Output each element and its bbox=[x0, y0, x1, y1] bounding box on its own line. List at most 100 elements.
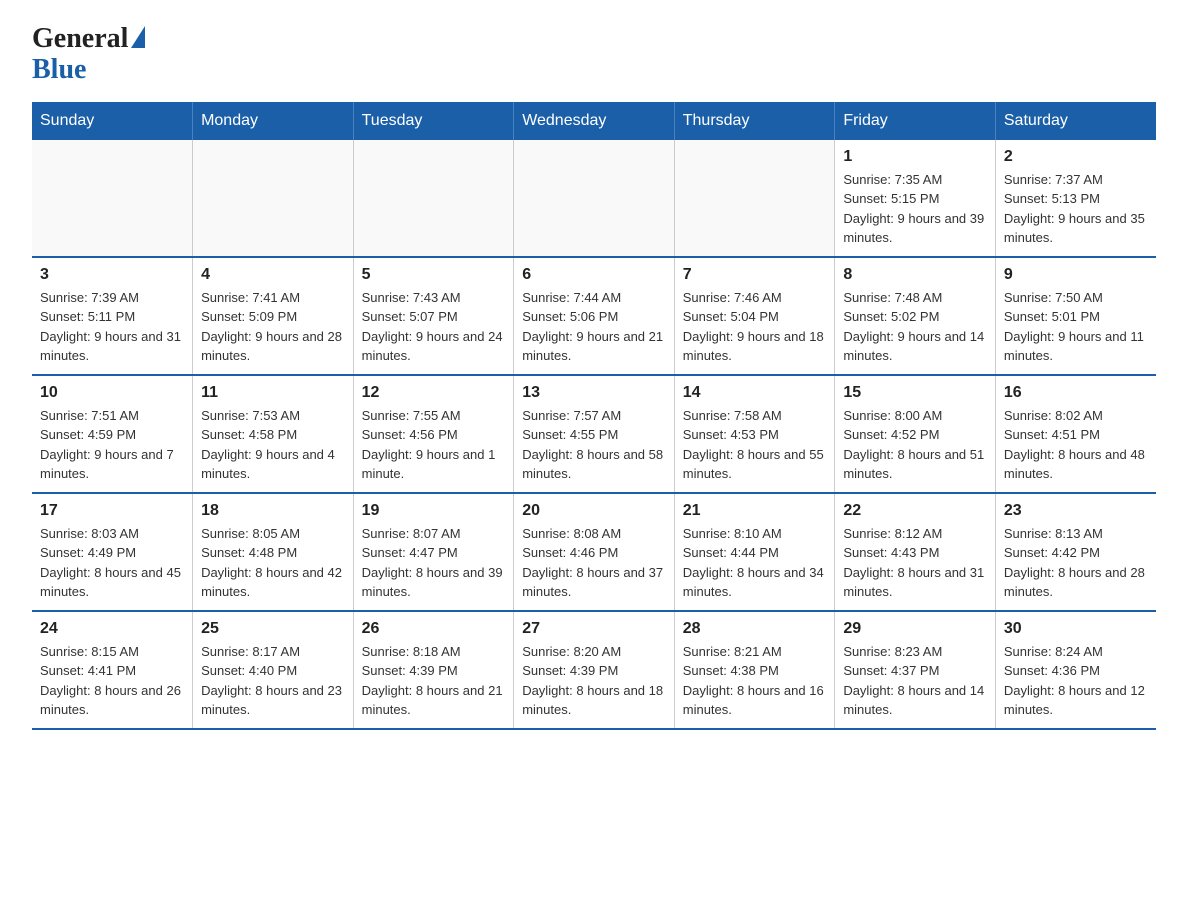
day-number: 5 bbox=[362, 266, 506, 284]
weekday-header-monday: Monday bbox=[193, 102, 354, 140]
day-number: 17 bbox=[40, 502, 184, 520]
calendar-cell: 6 Sunrise: 7:44 AM Sunset: 5:06 PM Daylig… bbox=[514, 257, 675, 375]
day-info: Sunrise: 8:07 AM Sunset: 4:47 PM Dayligh… bbox=[362, 524, 506, 602]
day-info: Sunrise: 8:12 AM Sunset: 4:43 PM Dayligh… bbox=[843, 524, 987, 602]
calendar-week-row: 24Sunrise: 8:15 AM Sunset: 4:41 PM Dayli… bbox=[32, 611, 1156, 729]
day-number: 1 bbox=[843, 148, 987, 166]
day-info: Sunrise: 7:44 AM Sunset: 5:06 PM Dayligh… bbox=[522, 288, 666, 366]
calendar-cell: 30 Sunrise: 8:24 AM Sunset: 4:36 PM Dayli… bbox=[995, 611, 1156, 729]
day-number: 8 bbox=[843, 266, 987, 284]
day-info: Sunrise: 7:58 AM Sunset: 4:53 PM Dayligh… bbox=[683, 406, 827, 484]
day-info: Sunrise: 7:46 AM Sunset: 5:04 PM Dayligh… bbox=[683, 288, 827, 366]
calendar-week-row: 10Sunrise: 7:51 AM Sunset: 4:59 PM Dayli… bbox=[32, 375, 1156, 493]
calendar-cell: 4 Sunrise: 7:41 AM Sunset: 5:09 PM Daylig… bbox=[193, 257, 354, 375]
calendar-cell bbox=[193, 140, 354, 257]
header: General Blue bbox=[32, 24, 1156, 86]
calendar-week-row: 17 Sunrise: 8:03 AM Sunset: 4:49 PM Dayli… bbox=[32, 493, 1156, 611]
calendar-cell: 22 Sunrise: 8:12 AM Sunset: 4:43 PM Dayli… bbox=[835, 493, 996, 611]
day-number: 11 bbox=[201, 384, 345, 402]
logo-triangle-icon bbox=[131, 26, 145, 48]
calendar-cell: 28 Sunrise: 8:21 AM Sunset: 4:38 PM Dayli… bbox=[674, 611, 835, 729]
calendar-cell: 9Sunrise: 7:50 AM Sunset: 5:01 PM Daylig… bbox=[995, 257, 1156, 375]
calendar-cell: 12 Sunrise: 7:55 AM Sunset: 4:56 PM Dayli… bbox=[353, 375, 514, 493]
day-number: 28 bbox=[683, 620, 827, 638]
calendar-cell: 3 Sunrise: 7:39 AM Sunset: 5:11 PM Daylig… bbox=[32, 257, 193, 375]
day-info: Sunrise: 8:03 AM Sunset: 4:49 PM Dayligh… bbox=[40, 524, 184, 602]
day-number: 26 bbox=[362, 620, 506, 638]
calendar-cell: 25Sunrise: 8:17 AM Sunset: 4:40 PM Dayli… bbox=[193, 611, 354, 729]
weekday-header-saturday: Saturday bbox=[995, 102, 1156, 140]
calendar-cell: 18 Sunrise: 8:05 AM Sunset: 4:48 PM Dayli… bbox=[193, 493, 354, 611]
day-number: 22 bbox=[843, 502, 987, 520]
calendar-cell: 24Sunrise: 8:15 AM Sunset: 4:41 PM Dayli… bbox=[32, 611, 193, 729]
calendar-week-row: 3 Sunrise: 7:39 AM Sunset: 5:11 PM Daylig… bbox=[32, 257, 1156, 375]
calendar-cell: 26 Sunrise: 8:18 AM Sunset: 4:39 PM Dayli… bbox=[353, 611, 514, 729]
day-info: Sunrise: 7:57 AM Sunset: 4:55 PM Dayligh… bbox=[522, 406, 666, 484]
day-number: 19 bbox=[362, 502, 506, 520]
day-info: Sunrise: 8:05 AM Sunset: 4:48 PM Dayligh… bbox=[201, 524, 345, 602]
weekday-header-tuesday: Tuesday bbox=[353, 102, 514, 140]
logo-general-text: General bbox=[32, 24, 128, 55]
day-info: Sunrise: 7:41 AM Sunset: 5:09 PM Dayligh… bbox=[201, 288, 345, 366]
day-info: Sunrise: 8:10 AM Sunset: 4:44 PM Dayligh… bbox=[683, 524, 827, 602]
day-number: 15 bbox=[843, 384, 987, 402]
calendar-cell: 29 Sunrise: 8:23 AM Sunset: 4:37 PM Dayli… bbox=[835, 611, 996, 729]
calendar-cell: 14 Sunrise: 7:58 AM Sunset: 4:53 PM Dayli… bbox=[674, 375, 835, 493]
day-info: Sunrise: 7:55 AM Sunset: 4:56 PM Dayligh… bbox=[362, 406, 506, 484]
day-info: Sunrise: 8:13 AM Sunset: 4:42 PM Dayligh… bbox=[1004, 524, 1148, 602]
day-number: 21 bbox=[683, 502, 827, 520]
calendar-cell: 7 Sunrise: 7:46 AM Sunset: 5:04 PM Daylig… bbox=[674, 257, 835, 375]
day-number: 29 bbox=[843, 620, 987, 638]
logo-blue-text: Blue bbox=[32, 54, 86, 85]
day-info: Sunrise: 8:18 AM Sunset: 4:39 PM Dayligh… bbox=[362, 642, 506, 720]
day-number: 18 bbox=[201, 502, 345, 520]
calendar-cell: 2Sunrise: 7:37 AM Sunset: 5:13 PM Daylig… bbox=[995, 140, 1156, 257]
day-info: Sunrise: 8:08 AM Sunset: 4:46 PM Dayligh… bbox=[522, 524, 666, 602]
calendar-cell: 10Sunrise: 7:51 AM Sunset: 4:59 PM Dayli… bbox=[32, 375, 193, 493]
calendar-cell: 13 Sunrise: 7:57 AM Sunset: 4:55 PM Dayli… bbox=[514, 375, 675, 493]
day-info: Sunrise: 8:02 AM Sunset: 4:51 PM Dayligh… bbox=[1004, 406, 1148, 484]
weekday-header-row: SundayMondayTuesdayWednesdayThursdayFrid… bbox=[32, 102, 1156, 140]
logo: General Blue bbox=[32, 24, 145, 86]
day-number: 6 bbox=[522, 266, 666, 284]
calendar-cell bbox=[353, 140, 514, 257]
day-number: 16 bbox=[1004, 384, 1148, 402]
calendar-cell: 11Sunrise: 7:53 AM Sunset: 4:58 PM Dayli… bbox=[193, 375, 354, 493]
calendar-cell: 21 Sunrise: 8:10 AM Sunset: 4:44 PM Dayli… bbox=[674, 493, 835, 611]
day-number: 12 bbox=[362, 384, 506, 402]
calendar-cell: 23 Sunrise: 8:13 AM Sunset: 4:42 PM Dayli… bbox=[995, 493, 1156, 611]
weekday-header-thursday: Thursday bbox=[674, 102, 835, 140]
day-info: Sunrise: 8:00 AM Sunset: 4:52 PM Dayligh… bbox=[843, 406, 987, 484]
day-number: 7 bbox=[683, 266, 827, 284]
day-number: 4 bbox=[201, 266, 345, 284]
calendar-cell: 16 Sunrise: 8:02 AM Sunset: 4:51 PM Dayli… bbox=[995, 375, 1156, 493]
day-info: Sunrise: 7:51 AM Sunset: 4:59 PM Dayligh… bbox=[40, 406, 184, 484]
day-number: 24 bbox=[40, 620, 184, 638]
day-number: 30 bbox=[1004, 620, 1148, 638]
calendar-cell bbox=[674, 140, 835, 257]
day-number: 14 bbox=[683, 384, 827, 402]
calendar-week-row: 1Sunrise: 7:35 AM Sunset: 5:15 PM Daylig… bbox=[32, 140, 1156, 257]
day-info: Sunrise: 7:50 AM Sunset: 5:01 PM Dayligh… bbox=[1004, 288, 1148, 366]
day-number: 13 bbox=[522, 384, 666, 402]
day-info: Sunrise: 8:17 AM Sunset: 4:40 PM Dayligh… bbox=[201, 642, 345, 720]
day-info: Sunrise: 7:43 AM Sunset: 5:07 PM Dayligh… bbox=[362, 288, 506, 366]
day-number: 20 bbox=[522, 502, 666, 520]
day-number: 2 bbox=[1004, 148, 1148, 166]
day-info: Sunrise: 7:39 AM Sunset: 5:11 PM Dayligh… bbox=[40, 288, 184, 366]
calendar-cell: 5 Sunrise: 7:43 AM Sunset: 5:07 PM Daylig… bbox=[353, 257, 514, 375]
day-info: Sunrise: 8:23 AM Sunset: 4:37 PM Dayligh… bbox=[843, 642, 987, 720]
calendar-cell: 15 Sunrise: 8:00 AM Sunset: 4:52 PM Dayli… bbox=[835, 375, 996, 493]
calendar-cell: 19 Sunrise: 8:07 AM Sunset: 4:47 PM Dayli… bbox=[353, 493, 514, 611]
day-number: 23 bbox=[1004, 502, 1148, 520]
calendar-cell: 8Sunrise: 7:48 AM Sunset: 5:02 PM Daylig… bbox=[835, 257, 996, 375]
day-info: Sunrise: 8:21 AM Sunset: 4:38 PM Dayligh… bbox=[683, 642, 827, 720]
weekday-header-sunday: Sunday bbox=[32, 102, 193, 140]
day-info: Sunrise: 8:24 AM Sunset: 4:36 PM Dayligh… bbox=[1004, 642, 1148, 720]
logo-container: General Blue bbox=[32, 24, 145, 86]
calendar-cell: 27Sunrise: 8:20 AM Sunset: 4:39 PM Dayli… bbox=[514, 611, 675, 729]
calendar-cell bbox=[32, 140, 193, 257]
calendar-table: SundayMondayTuesdayWednesdayThursdayFrid… bbox=[32, 102, 1156, 730]
day-info: Sunrise: 8:20 AM Sunset: 4:39 PM Dayligh… bbox=[522, 642, 666, 720]
day-number: 3 bbox=[40, 266, 184, 284]
